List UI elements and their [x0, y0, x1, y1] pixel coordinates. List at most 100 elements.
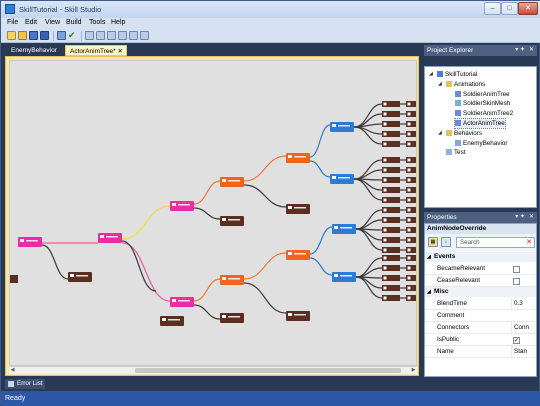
- leaf-node[interactable]: [406, 255, 417, 261]
- property-checkbox[interactable]: ✓: [513, 337, 520, 344]
- clear-search-icon[interactable]: ✕: [526, 238, 532, 247]
- anim-node-orange[interactable]: [220, 275, 244, 285]
- panel-close-icon[interactable]: ✕: [529, 45, 534, 56]
- anim-node-leaf[interactable]: [68, 272, 92, 282]
- leaf-node[interactable]: [406, 121, 417, 127]
- layout-icon[interactable]: [140, 31, 149, 40]
- menu-edit[interactable]: Edit: [25, 19, 37, 26]
- tab-actor-anim-tree[interactable]: ActorAnimTree* ✕: [65, 45, 127, 56]
- leaf-node[interactable]: [382, 265, 400, 271]
- tree-item[interactable]: ◢ Animations: [438, 80, 485, 89]
- property-category[interactable]: ◢ Misc: [425, 287, 536, 297]
- leaf-node[interactable]: [382, 217, 400, 223]
- layout-icon[interactable]: [129, 31, 138, 40]
- leaf-node[interactable]: [406, 295, 417, 301]
- horizontal-scrollbar[interactable]: ◀ ▶: [9, 366, 417, 374]
- leaf-node[interactable]: [382, 131, 400, 137]
- sort-alpha-icon[interactable]: ↓: [441, 237, 451, 247]
- leaf-node[interactable]: [406, 247, 417, 253]
- tree-item[interactable]: SoldierAnimTree: [455, 90, 510, 99]
- leaf-node[interactable]: [382, 187, 400, 193]
- leaf-node[interactable]: [382, 167, 400, 173]
- anim-node-leaf[interactable]: [286, 204, 310, 214]
- maximize-button[interactable]: □: [501, 2, 518, 15]
- property-value[interactable]: 0.3: [511, 298, 536, 310]
- categorized-icon[interactable]: ▦: [428, 237, 438, 247]
- leaf-node[interactable]: [406, 265, 417, 271]
- leaf-node[interactable]: [382, 177, 400, 183]
- expander-icon[interactable]: ◢: [438, 80, 442, 89]
- expander-icon[interactable]: ◢: [429, 70, 433, 79]
- property-value[interactable]: Conn: [511, 322, 536, 334]
- scroll-left-icon[interactable]: ◀: [9, 367, 16, 374]
- leaf-node[interactable]: [406, 187, 417, 193]
- leaf-node[interactable]: [382, 157, 400, 163]
- tree-item[interactable]: ◢ Behaviors: [438, 129, 482, 138]
- leaf-node[interactable]: [382, 121, 400, 127]
- property-row[interactable]: BecameRelevant: [425, 263, 536, 275]
- collapse-icon[interactable]: ◢: [427, 287, 431, 297]
- leaf-node[interactable]: [406, 207, 417, 213]
- property-category[interactable]: ◢ Events: [425, 252, 536, 262]
- leaf-node[interactable]: [382, 141, 400, 147]
- leaf-node[interactable]: [406, 237, 417, 243]
- property-row[interactable]: Comment: [425, 310, 536, 322]
- anim-node-root[interactable]: [18, 237, 42, 247]
- leaf-node[interactable]: [382, 295, 400, 301]
- close-button[interactable]: ✕: [518, 2, 538, 15]
- check-icon[interactable]: ✔: [68, 31, 77, 40]
- leaf-node[interactable]: [406, 275, 417, 281]
- leaf-node[interactable]: [406, 227, 417, 233]
- anim-node-leaf[interactable]: [220, 313, 244, 323]
- property-search-input[interactable]: Search ✕: [456, 237, 535, 248]
- menu-file[interactable]: File: [7, 19, 18, 26]
- property-row[interactable]: BlendTime 0.3: [425, 298, 536, 310]
- leaf-node[interactable]: [382, 227, 400, 233]
- leaf-node[interactable]: [382, 275, 400, 281]
- leaf-node[interactable]: [406, 167, 417, 173]
- leaf-node[interactable]: [406, 131, 417, 137]
- menu-help[interactable]: Help: [111, 19, 125, 26]
- new-icon[interactable]: [7, 31, 16, 40]
- collapse-icon[interactable]: ◢: [427, 252, 431, 262]
- anim-tree-canvas[interactable]: [9, 60, 417, 366]
- scroll-right-icon[interactable]: ▶: [410, 367, 417, 374]
- tree-item[interactable]: ◢ SkillTutorial: [429, 70, 477, 79]
- minimize-button[interactable]: –: [484, 2, 501, 15]
- scroll-thumb[interactable]: [135, 368, 401, 373]
- leaf-node[interactable]: [406, 101, 417, 107]
- leaf-node[interactable]: [406, 285, 417, 291]
- anim-node-blue[interactable]: [332, 224, 356, 234]
- property-checkbox[interactable]: [513, 278, 520, 285]
- leaf-node[interactable]: [382, 247, 400, 253]
- pin-icon[interactable]: ▾ ✦: [515, 45, 525, 56]
- anim-node-orange[interactable]: [286, 153, 310, 163]
- tree-item[interactable]: ActorAnimTree: [454, 118, 506, 129]
- offscreen-node[interactable]: [10, 275, 18, 283]
- anim-node-blend-lower[interactable]: [170, 297, 194, 307]
- property-row[interactable]: Connectors Conn: [425, 322, 536, 334]
- anim-node-blend[interactable]: [98, 233, 122, 243]
- anim-tree-graph[interactable]: [10, 61, 417, 366]
- anim-node-orange[interactable]: [286, 250, 310, 260]
- anim-node-leaf[interactable]: [220, 216, 244, 226]
- anim-node-blue[interactable]: [330, 174, 354, 184]
- tree-item[interactable]: SoldierAnimTree2: [455, 109, 513, 118]
- build-icon[interactable]: [57, 31, 66, 40]
- anim-node-blue[interactable]: [332, 272, 356, 282]
- menu-tools[interactable]: Tools: [89, 19, 105, 26]
- leaf-node[interactable]: [406, 197, 417, 203]
- expander-icon[interactable]: ◢: [438, 129, 442, 138]
- anim-node-leaf[interactable]: [160, 316, 184, 326]
- leaf-node[interactable]: [382, 111, 400, 117]
- leaf-node[interactable]: [382, 237, 400, 243]
- open-icon[interactable]: [18, 31, 27, 40]
- layout-icon[interactable]: [107, 31, 116, 40]
- tree-item[interactable]: EnemyBehavior: [455, 139, 507, 148]
- leaf-node[interactable]: [406, 157, 417, 163]
- anim-node-orange[interactable]: [220, 177, 244, 187]
- leaf-node[interactable]: [406, 217, 417, 223]
- leaf-node[interactable]: [382, 207, 400, 213]
- anim-node-blend-upper[interactable]: [170, 201, 194, 211]
- tab-enemy-behavior[interactable]: EnemyBehavior: [7, 45, 61, 56]
